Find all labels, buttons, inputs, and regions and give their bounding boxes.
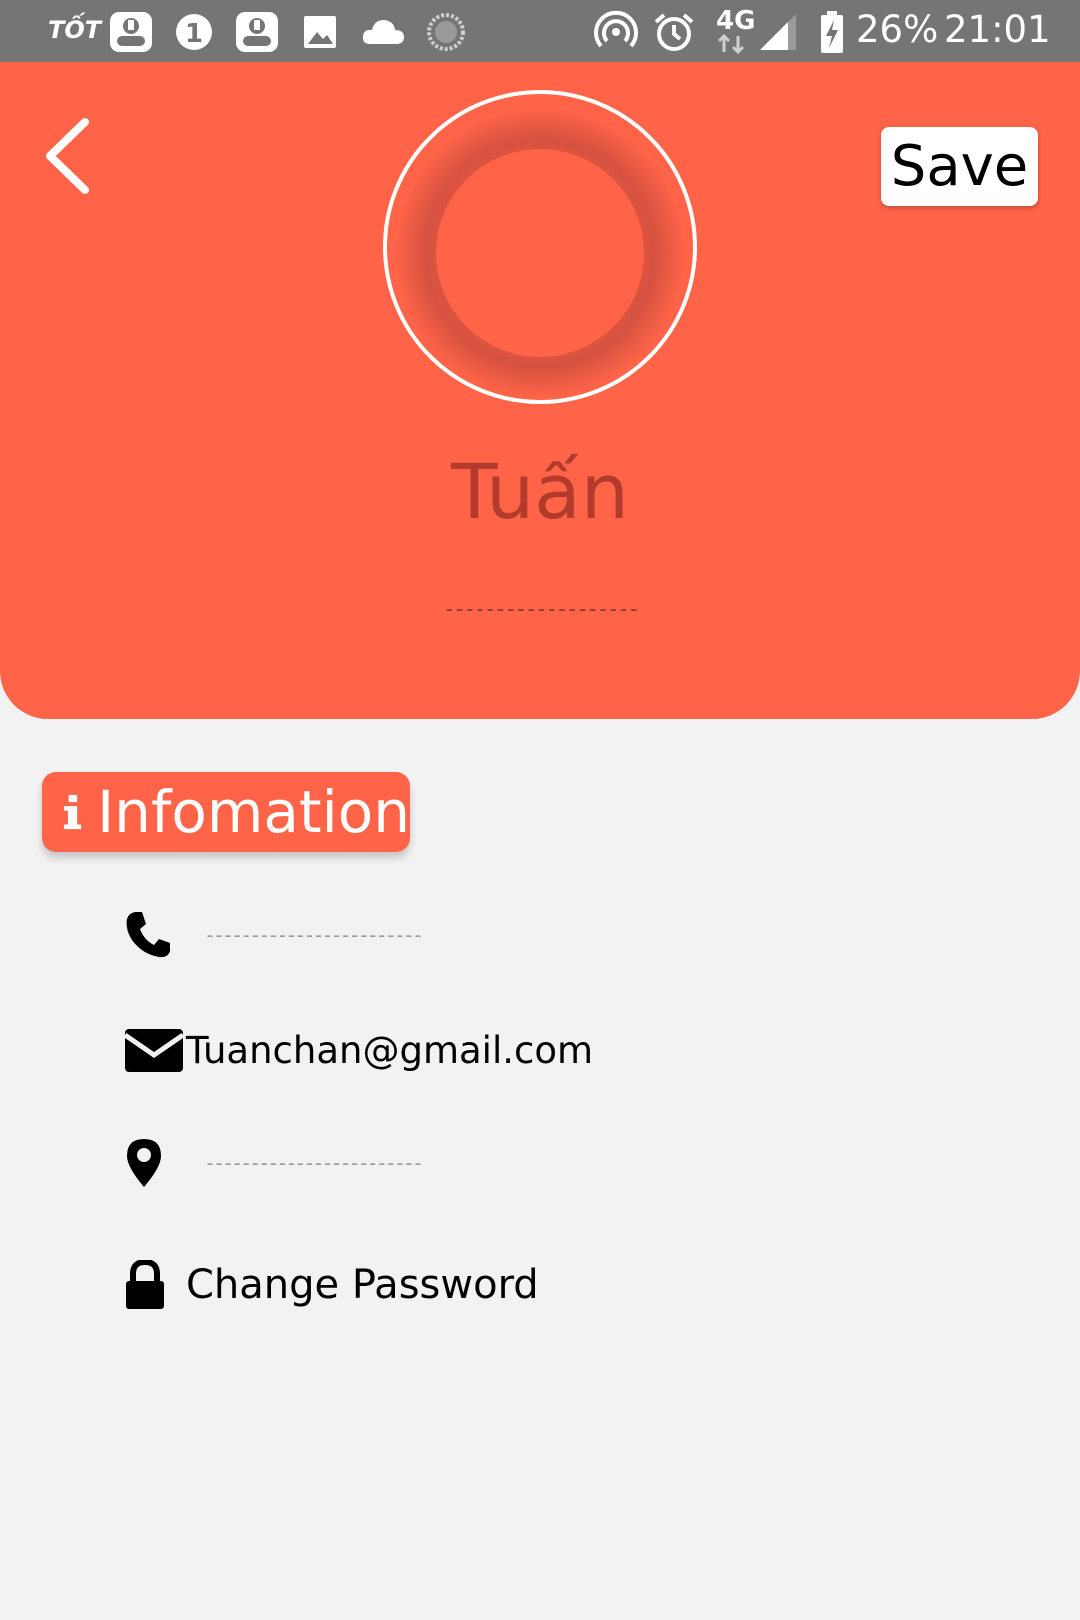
carrier-logo: TỐT (48, 16, 102, 44)
change-password-row[interactable]: Change Password (124, 1250, 539, 1320)
battery-percentage: 26% (856, 8, 939, 51)
lock-icon (124, 1254, 186, 1316)
address-row[interactable]: ------------------------ (124, 1128, 424, 1198)
alarm-icon (654, 13, 694, 51)
info-icon (63, 794, 82, 830)
user-subtitle: ------------------- (442, 597, 641, 622)
phone-value[interactable]: ------------------------ (204, 923, 424, 947)
save-button[interactable]: Save (881, 127, 1038, 206)
avatar[interactable] (383, 90, 697, 404)
avatar-image (436, 149, 644, 357)
signal-icon (760, 14, 796, 50)
user-name: Tuấn (451, 447, 629, 536)
image-icon (304, 16, 336, 48)
information-section-title: Infomation (42, 772, 410, 852)
chevron-left-icon (46, 118, 89, 194)
data-arrows-icon (717, 34, 745, 54)
notification-count-icon: 1 (176, 14, 212, 50)
address-value[interactable]: ------------------------ (204, 1151, 424, 1175)
loading-icon (427, 13, 465, 51)
cloud-icon (362, 20, 404, 44)
section-title-label: Infomation (97, 778, 410, 846)
change-password-label[interactable]: Change Password (186, 1262, 539, 1308)
svg-text:1: 1 (185, 19, 203, 49)
phone-row[interactable]: ------------------------ (124, 900, 424, 970)
envelope-icon (124, 1019, 186, 1081)
profile-header: Save Tuấn ------------------- (0, 62, 1080, 719)
phone-icon (124, 904, 186, 966)
hotspot-icon (594, 10, 638, 48)
status-bar: TỐT 1 4G 26% 21:01 (0, 0, 1080, 62)
back-button[interactable] (30, 110, 110, 200)
piggy-bank-icon (236, 12, 278, 52)
email-value[interactable]: Tuanchan@gmail.com (186, 1029, 593, 1072)
clock: 21:01 (944, 8, 1051, 51)
email-row[interactable]: Tuanchan@gmail.com (124, 1015, 593, 1085)
battery-charging-icon (821, 11, 843, 53)
piggy-bank-icon (110, 12, 152, 52)
network-type: 4G (716, 6, 756, 36)
location-pin-icon (124, 1132, 186, 1194)
